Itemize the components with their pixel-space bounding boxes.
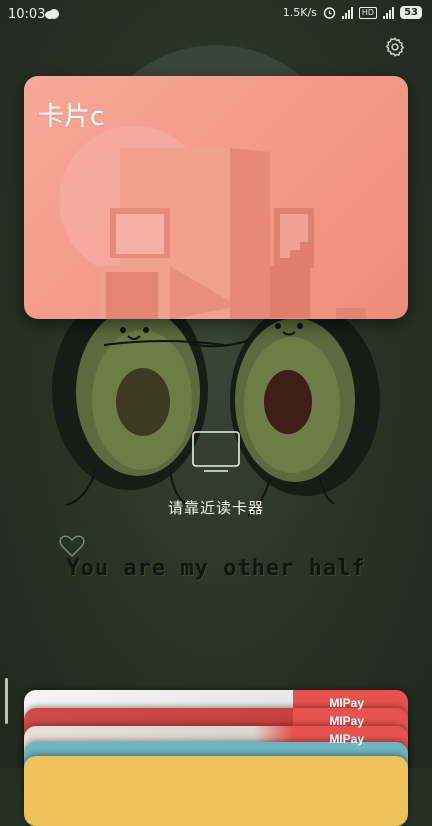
selected-card[interactable]: 卡片c [24, 76, 408, 319]
network-speed: 1.5K/s [282, 6, 317, 19]
left-avocado-illustration [52, 290, 225, 507]
right-avocado-illustration [189, 304, 380, 517]
card-title: 卡片c [38, 102, 105, 132]
wallpaper-slogan: You are my other half [66, 556, 366, 581]
signal-4g-icon [383, 6, 395, 19]
scroll-indicator [5, 678, 8, 724]
mipay-logo: MIPay [329, 714, 364, 728]
mipay-logo: MIPay [329, 732, 364, 746]
weather-cloud-icon [45, 9, 59, 19]
gear-icon[interactable] [384, 36, 406, 58]
stacked-card[interactable] [24, 756, 408, 826]
mipay-logo: MIPay [329, 696, 364, 710]
reader-hint: 请靠近读卡器 [167, 499, 264, 517]
alarm-icon [323, 7, 336, 19]
hd-icon: HD [358, 6, 378, 19]
clock: 10:03 [8, 7, 46, 22]
nfc-reader-icon [192, 431, 240, 472]
card-stack[interactable]: MIPay MIPay MIPay [24, 690, 408, 826]
status-bar: 10:03 1.5K/s HD 53 [0, 0, 432, 30]
battery-icon: 53 [400, 6, 422, 19]
signal-icon [341, 6, 353, 19]
